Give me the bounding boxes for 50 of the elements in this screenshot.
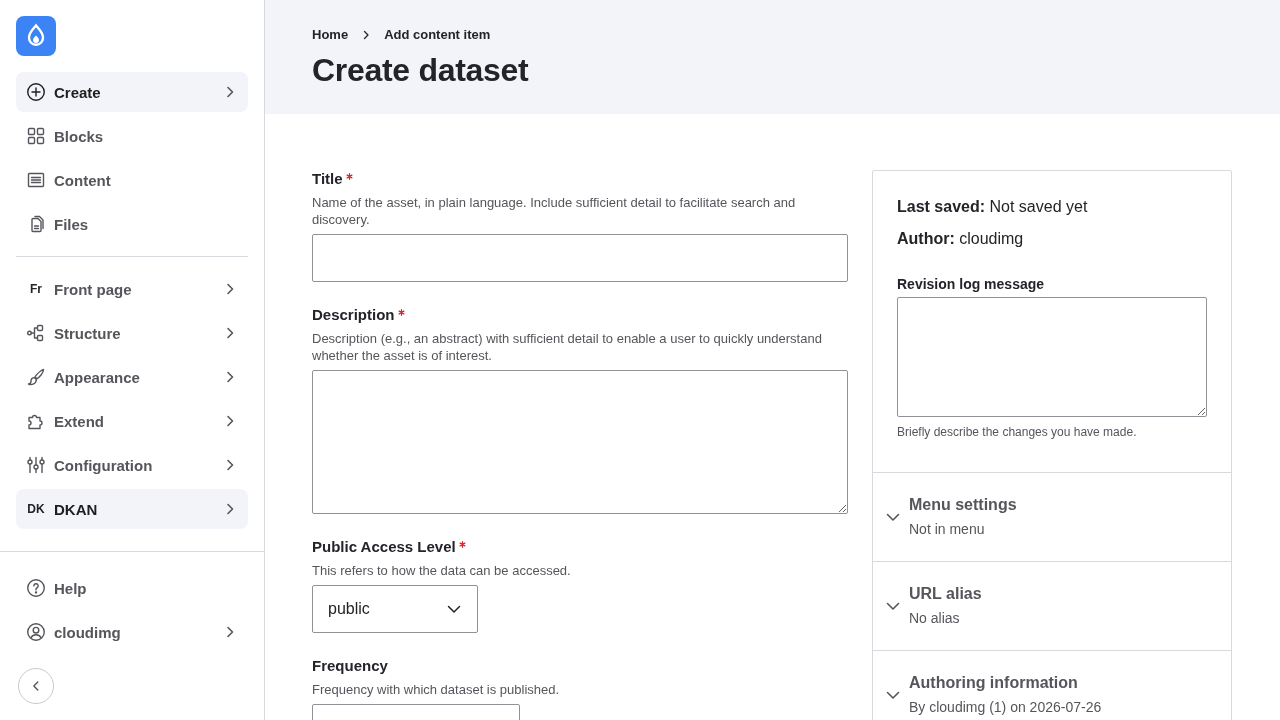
revision-log-field[interactable] bbox=[897, 297, 1207, 417]
nav-item[interactable]: Extend bbox=[16, 401, 248, 441]
field-description: Briefly describe the changes you have made. bbox=[897, 424, 1138, 440]
field-description: Frequency with which dataset is published. bbox=[312, 681, 561, 698]
field-description: Name of the asset, in plain language. Include sufficient detail to facilitate search and discovery. bbox=[312, 194, 797, 228]
accordion-title[interactable]: Menu settings bbox=[909, 495, 1017, 515]
field-label: Frequency bbox=[312, 657, 388, 675]
drop-logo-icon[interactable] bbox=[16, 16, 56, 56]
field-description: This refers to how the data can be accessed. bbox=[312, 562, 572, 579]
chevron-right-icon bbox=[362, 30, 371, 40]
help-icon bbox=[26, 578, 46, 598]
nav-item[interactable]: Files bbox=[16, 204, 248, 244]
text-field[interactable] bbox=[312, 234, 848, 282]
grid-icon bbox=[26, 126, 46, 146]
nav-item[interactable]: DK DKAN bbox=[16, 489, 248, 529]
sliders-icon bbox=[26, 455, 46, 475]
nav-item[interactable]: Create bbox=[16, 72, 248, 112]
accordion-title[interactable]: Authoring information bbox=[909, 673, 1102, 693]
nav-item[interactable]: Fr Front page bbox=[16, 269, 248, 309]
user-icon bbox=[26, 622, 46, 642]
field-label: Revision log message bbox=[897, 275, 1046, 293]
field-label: Public Access Level bbox=[312, 538, 456, 556]
nav-item[interactable]: Structure bbox=[16, 313, 248, 353]
field-label: Description bbox=[312, 306, 395, 324]
accordion-summary: By cloudimg (1) on 2026-07-26 bbox=[909, 698, 1102, 716]
nav-item[interactable]: cloudimg bbox=[16, 612, 248, 652]
nav-item[interactable]: Appearance bbox=[16, 357, 248, 397]
field-description: Description (e.g., an abstract) with sufficient detail to enable a user to quickly understand whether the asset is of interest. bbox=[312, 330, 823, 364]
breadcrumb-link[interactable]: Home bbox=[312, 26, 349, 44]
field-label: Title bbox=[312, 170, 343, 188]
page-title: Create dataset bbox=[312, 51, 530, 90]
textarea-field[interactable] bbox=[312, 370, 848, 514]
hierarchy-icon bbox=[26, 323, 46, 343]
meta-line: Author: cloudimg bbox=[897, 229, 1025, 249]
nav-item[interactable]: Help bbox=[16, 568, 248, 608]
select-field[interactable]: public bbox=[312, 585, 478, 633]
breadcrumb-link[interactable]: Add content item bbox=[384, 26, 491, 44]
nav-item[interactable]: Configuration bbox=[16, 445, 248, 485]
accordion-title[interactable]: URL alias bbox=[909, 584, 982, 604]
nav-item[interactable]: Blocks bbox=[16, 116, 248, 156]
accordion-summary: No alias bbox=[909, 609, 961, 627]
plus-circle-icon bbox=[26, 82, 46, 102]
nav-abbreviation: Fr bbox=[29, 282, 43, 296]
nav-abbreviation: DK bbox=[26, 502, 46, 516]
brush-icon bbox=[26, 367, 46, 387]
nav-item[interactable]: Content bbox=[16, 160, 248, 200]
meta-line: Last saved: Not saved yet bbox=[897, 197, 1089, 217]
collapse-sidebar-button[interactable] bbox=[18, 668, 54, 704]
document-lines-icon bbox=[26, 170, 46, 190]
accordion-summary: Not in menu bbox=[909, 520, 986, 538]
